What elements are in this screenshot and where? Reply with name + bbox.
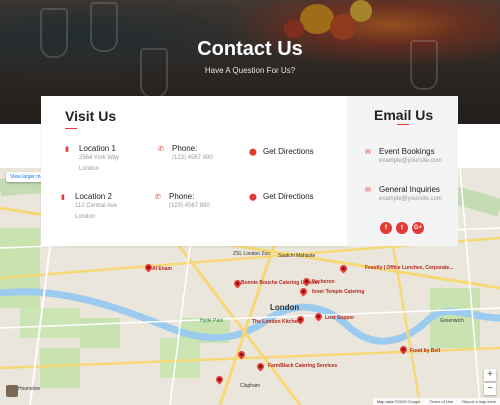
map-marker-label: The London Kitchen <box>252 319 301 325</box>
phone-number[interactable]: (123) 4567 890 <box>169 203 210 209</box>
map-terms-link[interactable]: Terms of Use <box>430 399 454 404</box>
location-address-line2: London <box>79 166 100 172</box>
location-2-phone: ✆ Phone: (123) 4567 890 <box>155 192 235 222</box>
map-report-link[interactable]: Report a map error <box>462 399 496 404</box>
phone-number[interactable]: (123) 4567 890 <box>172 155 213 161</box>
building-icon: ▮ <box>65 146 69 153</box>
page-subtitle: Have A Question For Us? <box>204 66 296 75</box>
map-place-label: London <box>270 303 300 312</box>
map-marker-label: Al Enam <box>152 266 173 272</box>
visit-us-title: Visit Us <box>65 108 117 124</box>
get-directions-link[interactable]: Get Directions <box>263 147 314 156</box>
map-marker-label: FarmBlack Catering Services <box>268 363 338 369</box>
location-name: Location 1 <box>79 144 116 153</box>
map-pin-icon: ⬤ <box>249 149 257 156</box>
title-underline <box>65 128 77 129</box>
phone-label: Phone: <box>172 144 198 153</box>
google-plus-icon[interactable]: G+ <box>412 222 424 234</box>
get-directions-link[interactable]: Get Directions <box>263 192 314 201</box>
title-underline <box>397 124 409 125</box>
building-icon: ▮ <box>61 194 65 201</box>
map-place-label: Saatchi Mahaste <box>278 253 316 259</box>
page-title: Contact Us <box>197 38 303 60</box>
map-marker-label: Vacheron <box>312 279 335 285</box>
email-item-label: Event Bookings <box>379 147 435 156</box>
email-address-link[interactable]: example@yoursite.com <box>379 158 442 164</box>
email-item: ✉ Event Bookings example@yoursite.com <box>365 147 455 177</box>
location-1: ▮ Location 1 2564 York Way London <box>65 144 145 184</box>
envelope-icon: ✉ <box>365 149 371 156</box>
location-2-directions[interactable]: ⬤ Get Directions <box>249 192 339 206</box>
location-2: ▮ Location 2 112 Central Ave London <box>61 192 141 232</box>
twitter-icon[interactable]: t <box>396 222 408 234</box>
map-attribution: Map data ©2019 Google <box>376 399 421 404</box>
email-item: ✉ General Inquiries example@yoursite.com <box>365 185 455 215</box>
map-marker-label: Feastly | Office Lunches, Corporate... <box>365 265 454 271</box>
phone-label: Phone: <box>169 192 195 201</box>
location-address-line1: 112 Central Ave <box>75 203 118 209</box>
location-address-line2: London <box>75 214 96 220</box>
email-us-title: Email Us <box>374 107 434 123</box>
phone-icon: ✆ <box>158 146 164 153</box>
map-place-label: Greenwich <box>440 318 464 324</box>
street-view-pegman-icon[interactable] <box>6 385 18 397</box>
location-1-directions[interactable]: ⬤ Get Directions <box>249 147 339 161</box>
map-place-label: Hyde Park <box>200 318 224 324</box>
email-address-link[interactable]: example@yoursite.com <box>379 196 442 202</box>
visit-us-card: Visit Us ▮ Location 1 2564 York Way Lond… <box>41 96 347 246</box>
facebook-icon[interactable]: f <box>380 222 392 234</box>
location-name: Location 2 <box>75 192 112 201</box>
envelope-icon: ✉ <box>365 187 371 194</box>
map-marker-label: Lost Supper <box>325 315 355 321</box>
map-place-label: Clapham <box>240 383 261 389</box>
location-1-phone: ✆ Phone: (123) 4567 890 <box>158 144 238 174</box>
location-address-line1: 2564 York Way <box>79 155 120 161</box>
zoom-out-button[interactable]: − <box>484 383 496 395</box>
map-marker-label: Inner Temple Catering <box>312 289 365 295</box>
map-place-label: ZSL London Zoo <box>233 251 271 257</box>
map-footer: Map data ©2019 Google Terms of Use Repor… <box>372 398 500 405</box>
phone-icon: ✆ <box>155 194 161 201</box>
map-marker-label: Food by Bell <box>410 348 440 354</box>
map-place-label: Hounslow <box>18 386 40 392</box>
email-item-label: General Inquiries <box>379 185 440 194</box>
map-pin-icon: ⬤ <box>249 194 257 201</box>
zoom-in-button[interactable]: + <box>484 369 496 381</box>
